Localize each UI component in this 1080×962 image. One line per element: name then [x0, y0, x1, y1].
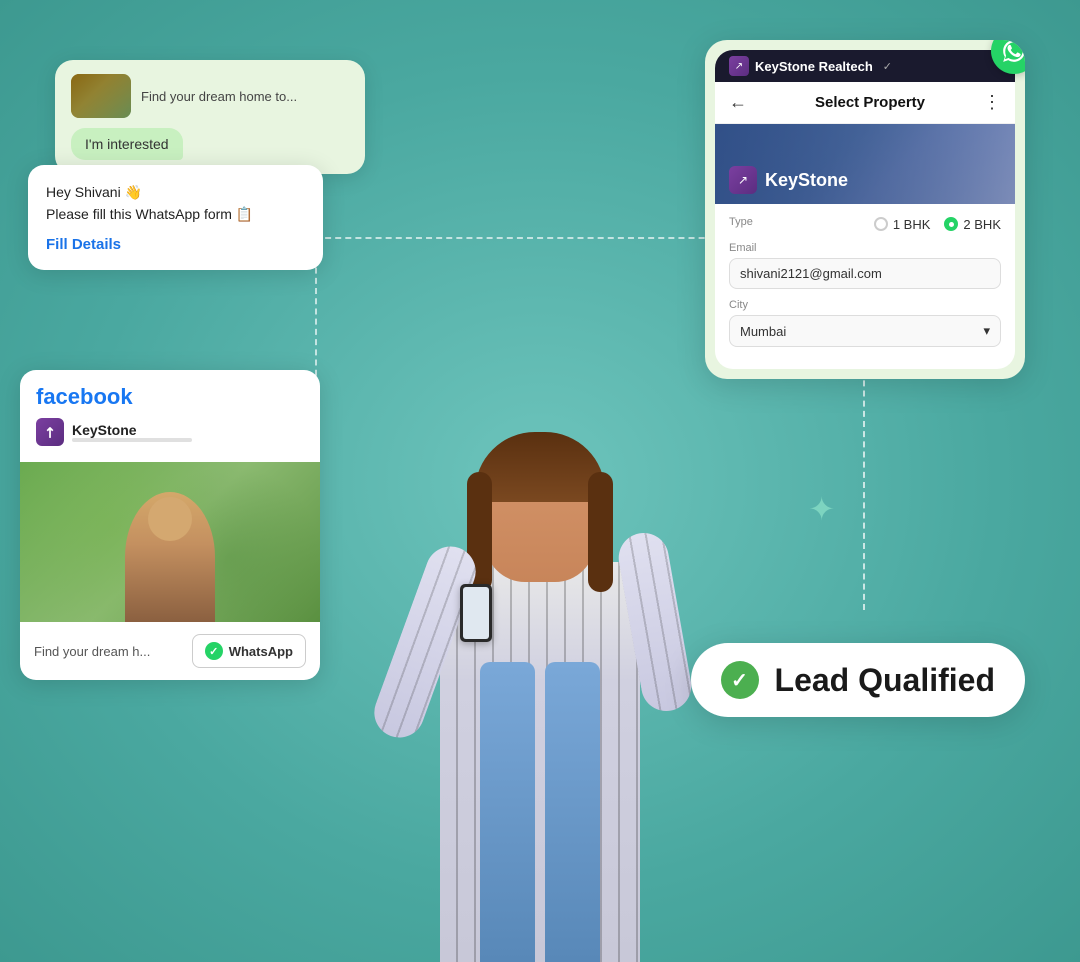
phone-brand-icon: ↗: [729, 56, 749, 76]
phone-screen: ↗ KeyStone Realtech ✓ ← Select Property …: [715, 50, 1015, 369]
fb-brand-icon: ↗: [36, 418, 64, 446]
radio-1bhk-circle: [874, 217, 888, 231]
sparkle-icon: ✦: [808, 490, 835, 528]
property-thumbnail: [71, 74, 131, 118]
phone-property-image: ↗ KeyStone: [715, 124, 1015, 204]
keystone-property-name: KeyStone: [765, 170, 848, 191]
radio-group-type: 1 BHK 2 BHK: [874, 217, 1001, 232]
whatsapp-icon: ✓: [205, 642, 223, 660]
chevron-down-icon: ▾: [983, 323, 990, 339]
keystone-property-icon: ↗: [729, 166, 757, 194]
chat-message-row: Find your dream home to...: [71, 74, 349, 118]
fb-footer-text: Find your dream h...: [34, 644, 150, 659]
back-arrow-icon[interactable]: ←: [729, 92, 747, 113]
fb-footer: Find your dream h... ✓ WhatsApp: [20, 622, 320, 680]
fill-details-button[interactable]: Fill Details: [46, 236, 121, 253]
form-email-row: Email shivani2121@gmail.com: [729, 242, 1001, 289]
fb-image-person: [125, 492, 215, 622]
lead-qualified-text: Lead Qualified: [775, 662, 995, 699]
fb-brand-row: ↗ KeyStone: [36, 418, 304, 446]
phone-status-bar: ↗ KeyStone Realtech ✓: [715, 50, 1015, 82]
keystone-logo-overlay: ↗ KeyStone: [729, 166, 848, 194]
facebook-logo: facebook: [36, 384, 304, 410]
chat-card-middle: Hey Shivani 👋 Please fill this WhatsApp …: [28, 165, 323, 270]
chat-hey-text: Hey Shivani 👋 Please fill this WhatsApp …: [46, 181, 305, 226]
radio-1bhk[interactable]: 1 BHK: [874, 217, 931, 232]
form-city-row: City Mumbai ▾: [729, 299, 1001, 347]
radio-2bhk-label: 2 BHK: [963, 217, 1001, 232]
lead-check-circle: ✓: [721, 661, 759, 699]
whatsapp-button[interactable]: ✓ WhatsApp: [192, 634, 306, 668]
email-input[interactable]: shivani2121@gmail.com: [729, 258, 1001, 289]
radio-1bhk-label: 1 BHK: [893, 217, 931, 232]
chat-bubble-top: Find your dream home to... I'm intereste…: [55, 60, 365, 174]
email-label: Email: [729, 242, 1001, 254]
facebook-card: facebook ↗ KeyStone Find your dream h...…: [20, 370, 320, 680]
interested-bubble: I'm interested: [71, 128, 183, 160]
person-figure: [360, 232, 720, 962]
scene: Find your dream home to... I'm intereste…: [0, 0, 1080, 962]
radio-2bhk[interactable]: 2 BHK: [944, 217, 1001, 232]
fb-brand-name: KeyStone: [72, 422, 192, 438]
person-head: [485, 452, 595, 582]
brand-arrow-icon: ↗: [40, 422, 60, 442]
radio-2bhk-circle: [944, 217, 958, 231]
phone-verified-icon: ✓: [883, 60, 892, 73]
city-label: City: [729, 299, 1001, 311]
form-type-inner: Type 1 BHK 2 BHK: [729, 216, 1001, 232]
phone-form: Type 1 BHK 2 BHK: [715, 204, 1015, 369]
email-value: shivani2121@gmail.com: [740, 266, 882, 281]
phone-nav-title: Select Property: [757, 94, 983, 111]
chat-line2: Please fill this WhatsApp form 📋: [46, 206, 253, 222]
person-right-leg: [545, 662, 600, 962]
phone-brand-text: KeyStone Realtech: [755, 59, 873, 74]
person-left-leg: [480, 662, 535, 962]
city-select[interactable]: Mumbai ▾: [729, 315, 1001, 347]
chat-preview-text: Find your dream home to...: [141, 89, 297, 104]
city-value: Mumbai: [740, 324, 786, 339]
lead-qualified-badge: ✓ Lead Qualified: [691, 643, 1025, 717]
phone-nav-bar: ← Select Property ⋮: [715, 82, 1015, 124]
person-phone: [460, 584, 492, 642]
form-type-row: Type 1 BHK 2 BHK: [729, 216, 1001, 232]
fb-property-image: [20, 462, 320, 622]
center-person: [330, 162, 750, 962]
phone-card: ↗ KeyStone Realtech ✓ ← Select Property …: [705, 40, 1025, 379]
facebook-header: facebook ↗ KeyStone: [20, 370, 320, 462]
type-label: Type: [729, 216, 753, 228]
menu-dots-icon[interactable]: ⋮: [983, 92, 1001, 113]
whatsapp-btn-label: WhatsApp: [229, 644, 293, 659]
fb-brand-bar: [72, 438, 192, 442]
dashed-line-vertical-right: [863, 360, 865, 610]
checkmark-icon: ✓: [731, 668, 748, 693]
phone-brand-row: ↗ KeyStone Realtech ✓: [729, 56, 892, 76]
chat-line1: Hey Shivani 👋: [46, 184, 142, 200]
